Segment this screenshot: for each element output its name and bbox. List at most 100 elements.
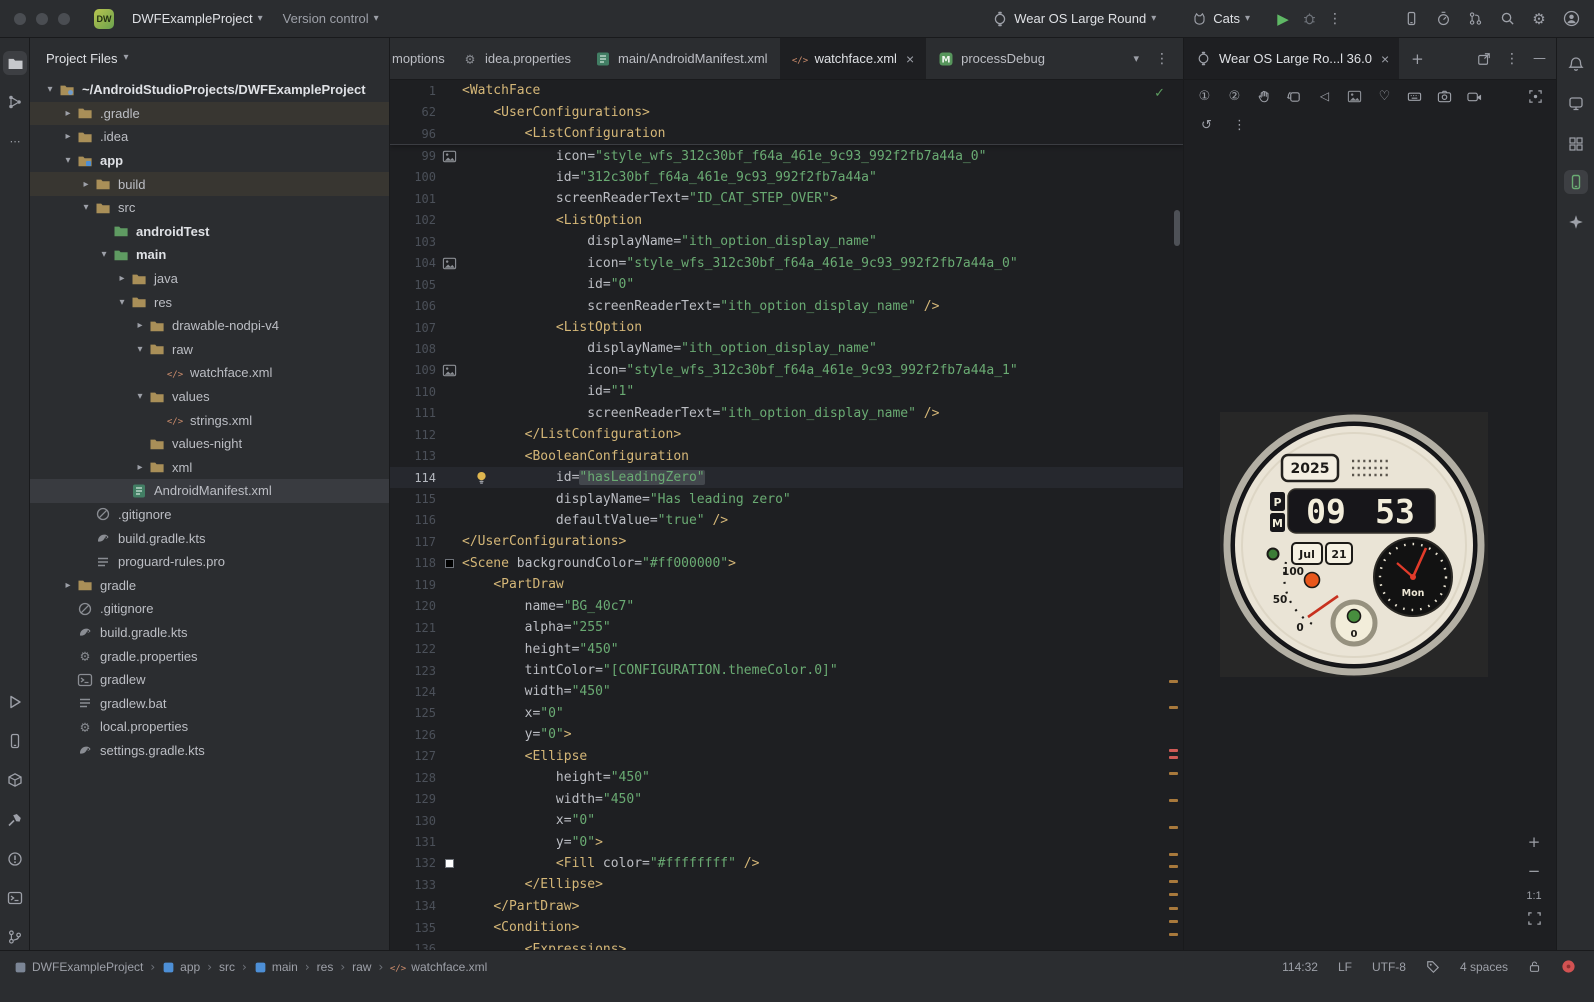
code-line-134[interactable]: 134 </PartDraw> (390, 896, 1183, 917)
inspections-ok-icon[interactable]: ✓ (1154, 86, 1165, 101)
code-line-100[interactable]: 100 id="312c30bf_f64a_461e_9c93_992f2fb7… (390, 167, 1183, 188)
breadcrumb-watchface-xml[interactable]: </> watchface.xml (390, 959, 487, 975)
code-line-121[interactable]: 121 alpha="255" (390, 617, 1183, 638)
chevron-expanded-icon[interactable]: ▾ (132, 391, 148, 402)
tree-item-values-night[interactable]: values-night (30, 432, 389, 456)
color-swatch-icon[interactable] (436, 858, 462, 868)
screen-record-icon[interactable] (1466, 88, 1483, 105)
color-swatch-icon[interactable] (436, 558, 462, 568)
terminal-icon[interactable] (3, 886, 27, 910)
more-actions-kebab-icon[interactable]: ⋮ (1326, 10, 1344, 28)
settings-gear-icon[interactable]: ⚙ (1530, 10, 1548, 28)
encoding-widget[interactable]: UTF-8 (1372, 960, 1406, 974)
drawable-preview-icon[interactable] (436, 256, 462, 271)
code-line-99[interactable]: 99 icon="style_wfs_312c30bf_f64a_461e_9c… (390, 145, 1183, 166)
readonly-lock-icon[interactable] (1528, 960, 1541, 973)
indent-widget[interactable]: 4 spaces (1460, 960, 1508, 974)
breadcrumb-main[interactable]: main (254, 960, 298, 974)
tree-item-gradlew[interactable]: gradlew (30, 668, 389, 692)
tree-item-proguard-rules-pro[interactable]: proguard-rules.pro (30, 550, 389, 574)
device-selector[interactable]: Wear OS Large Round ▾ (985, 6, 1162, 32)
stripe-mark-orange[interactable] (1169, 893, 1178, 896)
tab-moptions[interactable]: moptions (390, 38, 450, 79)
chevron-collapsed-icon[interactable]: ▸ (114, 273, 130, 284)
caret-position-widget[interactable]: 114:32 (1282, 960, 1318, 974)
tree-item-java[interactable]: ▸ java (30, 267, 389, 291)
keyboard-icon[interactable] (1406, 88, 1423, 105)
stripe-mark-orange[interactable] (1169, 880, 1178, 883)
tree-item-gitignore[interactable]: .gitignore (30, 503, 389, 527)
tree-item-build-gradle-kts[interactable]: build.gradle.kts (30, 621, 389, 645)
tree-item-settings-gradle-kts[interactable]: settings.gradle.kts (30, 739, 389, 763)
code-line-120[interactable]: 120 name="BG_40c7" (390, 596, 1183, 617)
tag-icon[interactable] (1426, 960, 1440, 974)
breadcrumb-dwfexampleproject[interactable]: DWFExampleProject (14, 960, 143, 974)
code-line-118[interactable]: 118 <Scene backgroundColor="#ff000000"> (390, 553, 1183, 574)
stripe-mark-orange[interactable] (1169, 826, 1178, 829)
layout-inspector-icon[interactable] (1564, 132, 1588, 156)
chevron-collapsed-icon[interactable]: ▸ (78, 179, 94, 190)
editor-scrollbar[interactable] (1174, 210, 1180, 246)
breadcrumb-res[interactable]: res (317, 960, 334, 974)
chevron-expanded-icon[interactable]: ▾ (42, 84, 58, 95)
code-line-107[interactable]: 107 <ListOption (390, 317, 1183, 338)
packages-icon[interactable] (3, 768, 27, 792)
search-icon[interactable] (1498, 10, 1516, 28)
code-line-115[interactable]: 115 displayName="Has leading zero" (390, 488, 1183, 509)
stripe-mark-red[interactable] (1169, 756, 1178, 759)
tab-list-chevron-icon[interactable]: ▾ (1133, 52, 1139, 65)
code-line-135[interactable]: 135 <Condition> (390, 917, 1183, 938)
project-panel-header[interactable]: Project Files ▾ (30, 38, 389, 78)
tab-watchface-xml[interactable]: </> watchface.xml × (779, 38, 927, 79)
code-line-122[interactable]: 122 height="450" (390, 638, 1183, 659)
code-line-124[interactable]: 124 width="450" (390, 681, 1183, 702)
frame-screenshot-icon[interactable] (1527, 88, 1544, 105)
tree-item-res[interactable]: ▾ res (30, 290, 389, 314)
stripe-mark-orange[interactable] (1169, 853, 1178, 856)
version-control-icon[interactable] (3, 925, 27, 949)
panel-options-kebab-icon[interactable]: ⋮ (1505, 51, 1519, 67)
stripe-mark-red[interactable] (1169, 749, 1178, 752)
project-icon[interactable] (3, 51, 27, 75)
project-menu[interactable]: DWFExampleProject ▾ (126, 7, 269, 30)
code-line-125[interactable]: 125 x="0" (390, 703, 1183, 724)
code-line-62[interactable]: 62 <UserConfigurations> (390, 101, 1183, 122)
run-configuration-selector[interactable]: Cats ▾ (1184, 6, 1256, 32)
code-line-129[interactable]: 129 width="450" (390, 788, 1183, 809)
stripe-mark-orange[interactable] (1169, 799, 1178, 802)
tab-processdebug[interactable]: MprocessDebug (926, 38, 1057, 79)
tree-item-src[interactable]: ▾ src (30, 196, 389, 220)
tree-item-androidmanifest-xml[interactable]: AndroidManifest.xml (30, 479, 389, 503)
chevron-collapsed-icon[interactable]: ▸ (132, 320, 148, 331)
running-devices-icon[interactable] (3, 729, 27, 753)
tree-item-app[interactable]: ▾ app (30, 149, 389, 173)
more-tools-icon[interactable]: ⋯ (3, 130, 27, 154)
tree-item-gradle[interactable]: ▸ gradle (30, 573, 389, 597)
code-line-127[interactable]: 127 <Ellipse (390, 746, 1183, 767)
open-in-window-icon[interactable] (1477, 52, 1491, 66)
chevron-collapsed-icon[interactable]: ▸ (60, 580, 76, 591)
reset-icon[interactable]: ↺ (1198, 117, 1215, 134)
more-icon[interactable]: ⋮ (1231, 117, 1248, 134)
code-line-123[interactable]: 123 tintColor="[CONFIGURATION.themeColor… (390, 660, 1183, 681)
tree-item-xml[interactable]: ▸ xml (30, 456, 389, 480)
version-control-menu[interactable]: Version control ▾ (277, 7, 385, 30)
window-minimize-button[interactable] (36, 12, 48, 25)
code-line-103[interactable]: 103 displayName="ith_option_display_name… (390, 231, 1183, 252)
tree-item-build-gradle-kts[interactable]: build.gradle.kts (30, 526, 389, 550)
running-devices-icon[interactable] (1564, 170, 1588, 194)
stripe-mark-orange[interactable] (1169, 706, 1178, 709)
tree-item-drawable-nodpi-v4[interactable]: ▸ drawable-nodpi-v4 (30, 314, 389, 338)
tilt-icon[interactable] (1286, 88, 1303, 105)
tree-item-gradlew-bat[interactable]: gradlew.bat (30, 691, 389, 715)
code-line-96[interactable]: 96 <ListConfiguration (390, 123, 1183, 144)
window-zoom-button[interactable] (58, 12, 70, 25)
tree-item-build[interactable]: ▸ build (30, 172, 389, 196)
stripe-mark-orange[interactable] (1169, 933, 1178, 936)
error-indicator-icon[interactable] (1561, 959, 1576, 974)
chevron-collapsed-icon[interactable]: ▸ (60, 108, 76, 119)
code-area[interactable]: 1 <WatchFace 62 <UserConfigurations> 96 <Li… (390, 80, 1183, 950)
add-device-tab-button[interactable]: + (1399, 38, 1436, 79)
device-mirroring-icon[interactable] (1402, 10, 1420, 28)
code-line-113[interactable]: 113 <BooleanConfiguration (390, 445, 1183, 466)
